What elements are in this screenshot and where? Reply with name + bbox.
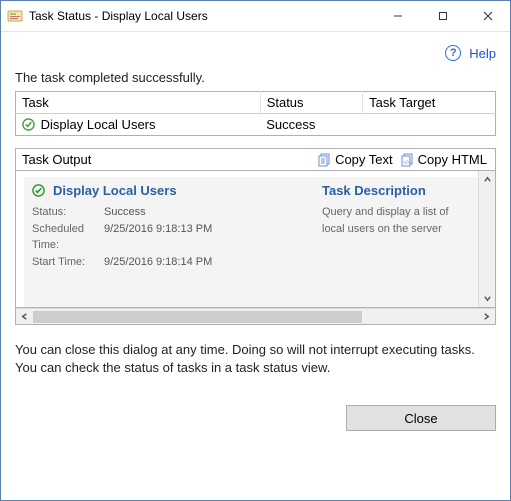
output-card: Display Local Users Status:Success Sched… xyxy=(24,177,478,307)
description-title: Task Description xyxy=(322,183,470,198)
minimize-button[interactable] xyxy=(375,1,420,31)
app-icon xyxy=(7,8,23,24)
success-icon xyxy=(32,184,45,197)
svg-text:</>: </> xyxy=(403,160,410,166)
help-link[interactable]: Help xyxy=(469,46,496,61)
copy-text-icon xyxy=(318,153,332,167)
col-task[interactable]: Task xyxy=(16,92,261,114)
table-row[interactable]: Display Local Users Success xyxy=(16,114,496,136)
scroll-down-icon[interactable] xyxy=(479,290,495,307)
window-close-button[interactable] xyxy=(465,1,510,31)
copy-html-button[interactable]: </> Copy HTML xyxy=(397,151,491,168)
scroll-left-icon[interactable] xyxy=(16,309,33,324)
help-bar: ? Help xyxy=(15,40,496,66)
scroll-up-icon[interactable] xyxy=(479,171,495,188)
scroll-right-icon[interactable] xyxy=(478,309,495,324)
cell-status: Success xyxy=(260,114,362,136)
completion-message: The task completed successfully. xyxy=(15,70,496,85)
task-table: Task Status Task Target Display Local Us… xyxy=(15,91,496,136)
card-title: Display Local Users xyxy=(53,183,177,198)
window-controls xyxy=(375,1,510,31)
scheduled-time-value: 9/25/2016 9:18:13 PM xyxy=(104,221,292,254)
help-icon[interactable]: ? xyxy=(445,45,461,61)
horizontal-scrollbar[interactable] xyxy=(15,308,496,325)
output-header: Task Output Copy Text </> Copy HTML xyxy=(15,148,496,170)
output-area: Display Local Users Status:Success Sched… xyxy=(15,170,496,308)
description-text: Query and display a list of local users … xyxy=(322,204,470,237)
copy-text-button[interactable]: Copy Text xyxy=(314,151,397,168)
titlebar: Task Status - Display Local Users xyxy=(1,1,510,32)
info-note: You can close this dialog at any time. D… xyxy=(15,341,496,377)
scheduled-time-label: Scheduled Time: xyxy=(32,221,104,254)
status-value: Success xyxy=(104,204,292,221)
scrollbar-thumb[interactable] xyxy=(33,311,362,323)
maximize-button[interactable] xyxy=(420,1,465,31)
cell-target xyxy=(363,114,496,136)
output-label: Task Output xyxy=(22,152,314,167)
col-status[interactable]: Status xyxy=(260,92,362,114)
success-icon xyxy=(22,118,35,131)
cell-task: Display Local Users xyxy=(41,117,156,132)
col-target[interactable]: Task Target xyxy=(363,92,496,114)
window-title: Task Status - Display Local Users xyxy=(29,9,375,23)
close-button[interactable]: Close xyxy=(346,405,496,431)
start-time-label: Start Time: xyxy=(32,254,104,271)
copy-html-icon: </> xyxy=(401,153,415,167)
vertical-scrollbar[interactable] xyxy=(478,171,495,307)
start-time-value: 9/25/2016 9:18:14 PM xyxy=(104,254,292,271)
status-label: Status: xyxy=(32,204,104,221)
